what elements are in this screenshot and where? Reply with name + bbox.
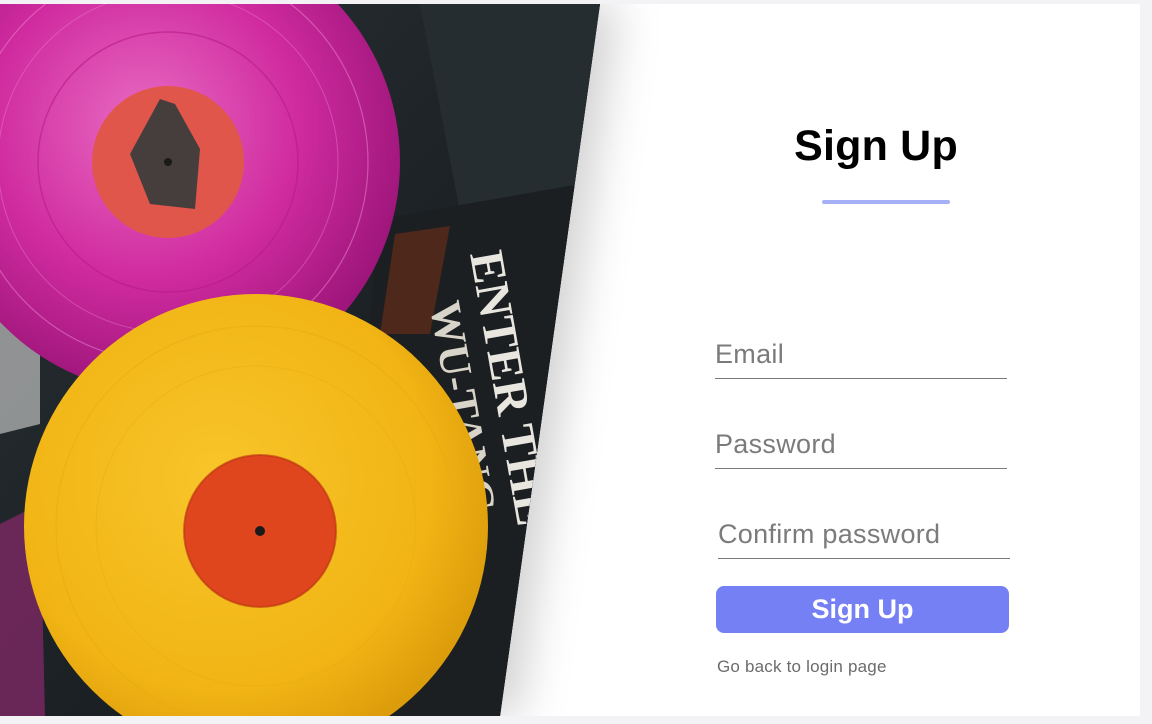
yellow-vinyl-record: [24, 294, 488, 716]
sign-up-button[interactable]: Sign Up: [716, 586, 1009, 633]
signup-form-panel: Sign Up Sign Up Go back to login page: [600, 4, 1140, 716]
page-title: Sign Up: [794, 122, 958, 170]
email-field[interactable]: [715, 331, 1007, 379]
password-field[interactable]: [715, 421, 1007, 469]
pink-record-label: [92, 86, 244, 238]
album-cover-lettering-2: WU-TANG: [420, 297, 505, 517]
title-underline: [822, 200, 950, 204]
vinyl-records-image: ENTER THE WU-TANG: [0, 4, 600, 716]
back-to-login-link[interactable]: Go back to login page: [717, 657, 887, 677]
pink-vinyl-record: [0, 4, 400, 394]
album-cover-lettering: ENTER THE: [459, 247, 559, 530]
album-cover-side: [0, 294, 40, 434]
album-cover-dark: [420, 4, 600, 264]
album-cover-bottom: [0, 504, 45, 716]
yellow-record-label: [184, 455, 336, 607]
art-panel-shadow: ENTER THE WU-TANG: [0, 4, 700, 716]
pink-record-label-art: [130, 99, 200, 209]
confirm-password-field[interactable]: [718, 511, 1010, 559]
album-cover-art: [380, 226, 450, 334]
album-cover-wutang: [330, 184, 580, 716]
album-background: [0, 4, 600, 716]
signup-card: ENTER THE WU-TANG Sign Up Email Sign Up …: [0, 4, 1140, 716]
vinyl-artwork-svg: ENTER THE WU-TANG: [0, 4, 600, 716]
